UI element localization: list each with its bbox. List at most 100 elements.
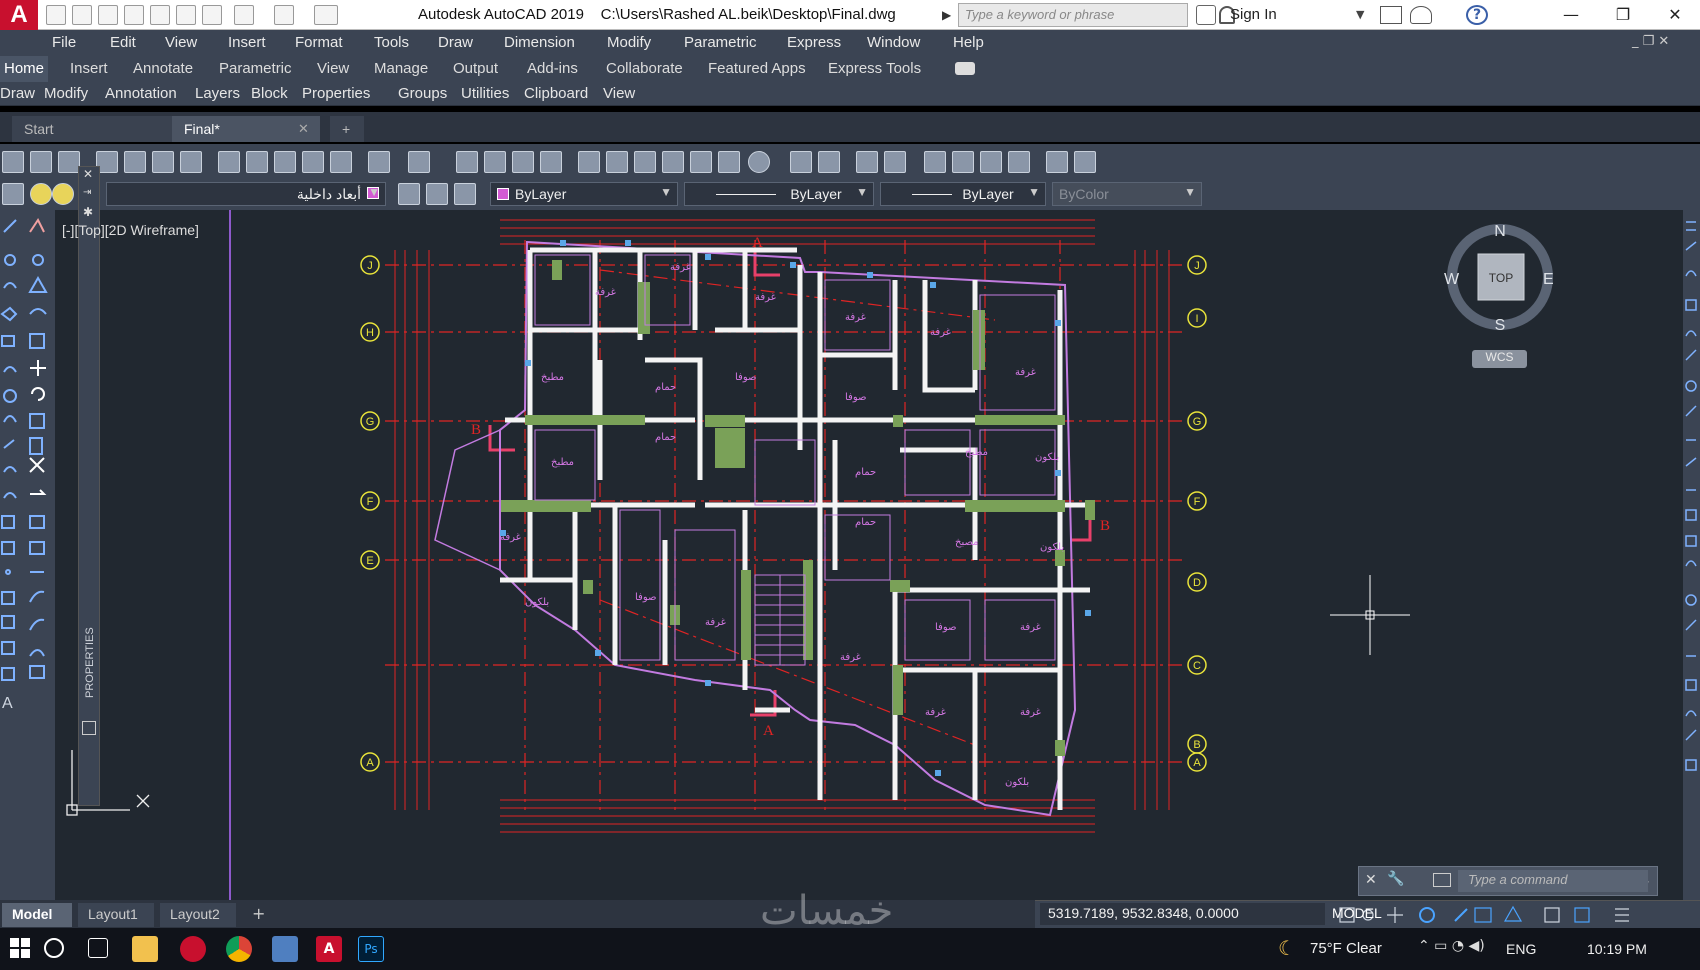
menu-express[interactable]: Express <box>787 34 841 51</box>
save-as-icon[interactable] <box>124 5 144 25</box>
panel-annotation[interactable]: Annotation <box>105 85 177 102</box>
make-current-icon[interactable] <box>398 183 420 205</box>
color-dropdown[interactable]: ByLayer ▼ <box>490 182 678 206</box>
panel-view[interactable]: View <box>603 85 635 102</box>
panel-clipboard[interactable]: Clipboard <box>524 85 588 102</box>
3d-dwf-icon[interactable] <box>180 151 202 173</box>
panel-modify[interactable]: Modify <box>44 85 88 102</box>
menu-modify[interactable]: Modify <box>607 34 651 51</box>
wrench-icon[interactable]: 🔧 <box>1387 871 1404 887</box>
settings-icon[interactable]: ✱ <box>83 205 93 219</box>
tab-layout1[interactable]: Layout1 <box>78 903 154 927</box>
qat-dropdown-icon[interactable] <box>314 5 338 25</box>
menu-dimension[interactable]: Dimension <box>504 34 575 51</box>
open-web-icon[interactable] <box>150 5 170 25</box>
properties-icon[interactable] <box>578 151 600 173</box>
linetype-dropdown[interactable]: ByLayer ▼ <box>684 182 874 206</box>
calculator-icon[interactable] <box>718 151 740 173</box>
sign-in-link[interactable]: Sign In <box>1230 6 1277 23</box>
bulb-icon[interactable] <box>30 183 52 205</box>
draworder-back-icon[interactable] <box>952 151 974 173</box>
command-prompt-icon[interactable] <box>1433 873 1451 887</box>
close-icon[interactable]: ✕ <box>83 167 93 181</box>
menu-window[interactable]: Window <box>867 34 920 51</box>
autocad-logo-icon[interactable]: A <box>0 0 38 30</box>
tab-layout2[interactable]: Layout2 <box>160 903 236 927</box>
redo-icon[interactable] <box>274 5 294 25</box>
save-icon[interactable] <box>58 151 80 173</box>
autocad-taskbar-icon[interactable]: A <box>316 936 342 962</box>
sun-icon[interactable] <box>52 183 74 205</box>
binoculars-icon[interactable] <box>1196 5 1216 25</box>
photos-icon[interactable] <box>272 936 298 962</box>
ribbon-toggle-icon[interactable] <box>955 62 975 75</box>
redo-icon[interactable] <box>408 151 430 173</box>
menu-insert[interactable]: Insert <box>228 34 266 51</box>
close-tab-icon[interactable]: ✕ <box>298 122 309 137</box>
panel-block[interactable]: Block <box>251 85 288 102</box>
language-indicator[interactable]: ENG <box>1506 941 1536 957</box>
publish-icon[interactable] <box>152 151 174 173</box>
close-icon[interactable]: ✕ <box>1365 872 1377 888</box>
photoshop-icon[interactable]: Ps <box>358 936 384 962</box>
layer-dropdown[interactable]: أبعاد داخلية ▼ <box>106 182 386 206</box>
menu-help[interactable]: Help <box>953 34 984 51</box>
new-file-icon[interactable] <box>46 5 66 25</box>
draworder-front-icon[interactable] <box>924 151 946 173</box>
weather-text[interactable]: 75°F Clear <box>1310 940 1382 957</box>
ribbon-tab-addins[interactable]: Add-ins <box>527 60 578 77</box>
search-expand-icon[interactable]: ▶ <box>942 8 951 22</box>
layer-properties-icon[interactable] <box>790 151 812 173</box>
menu-file[interactable]: File <box>52 34 76 51</box>
panel-groups[interactable]: Groups <box>398 85 447 102</box>
drawing-canvas[interactable]: A A B B غرفة غرفة غرفة غرفة غرفة غرفة مط… <box>55 210 1683 900</box>
plot-icon[interactable] <box>202 5 222 25</box>
layer-state-icon[interactable] <box>454 183 476 205</box>
layer-states-icon[interactable] <box>818 151 840 173</box>
save-web-icon[interactable] <box>176 5 196 25</box>
model-space-toggle[interactable]: MODEL <box>1328 903 1388 925</box>
design-center-icon[interactable] <box>606 151 628 173</box>
panel-layers[interactable]: Layers <box>195 85 240 102</box>
ribbon-tab-featured-apps[interactable]: Featured Apps <box>708 60 806 77</box>
help-icon[interactable] <box>748 151 770 173</box>
pan-icon[interactable] <box>456 151 478 173</box>
cart-icon[interactable] <box>1380 6 1402 24</box>
ucs-menu[interactable]: WCS <box>1472 350 1527 368</box>
panel-draw[interactable]: Draw <box>0 85 35 102</box>
paste-icon[interactable] <box>274 151 296 173</box>
tray-icons[interactable]: ⌃ ▭ ◔ ◀) <box>1418 938 1485 954</box>
ribbon-tab-annotate[interactable]: Annotate <box>133 60 193 77</box>
viewcube[interactable]: TOP N S W E WCS <box>1440 222 1560 372</box>
auto-hide-icon[interactable]: ⇥ <box>83 187 91 198</box>
a360-icon[interactable] <box>1410 6 1432 24</box>
quick-select-icon[interactable] <box>884 151 906 173</box>
opera-icon[interactable] <box>180 936 206 962</box>
tab-model[interactable]: Model <box>2 903 72 927</box>
ribbon-tab-express-tools[interactable]: Express Tools <box>828 60 921 77</box>
add-layout-icon[interactable]: + <box>252 904 265 923</box>
ribbon-tab-manage[interactable]: Manage <box>374 60 428 77</box>
menu-tools[interactable]: Tools <box>374 34 409 51</box>
markup-icon[interactable] <box>690 151 712 173</box>
ribbon-tab-view[interactable]: View <box>317 60 349 77</box>
menu-format[interactable]: Format <box>295 34 343 51</box>
ribbon-tab-parametric[interactable]: Parametric <box>219 60 292 77</box>
measure-icon[interactable] <box>856 151 878 173</box>
spell-check-icon[interactable] <box>1046 151 1068 173</box>
copy-icon[interactable] <box>246 151 268 173</box>
plot-preview-icon[interactable] <box>124 151 146 173</box>
match-properties-icon[interactable] <box>302 151 324 173</box>
command-input[interactable]: Type a command <box>1458 870 1648 892</box>
zoom-window-icon[interactable] <box>512 151 534 173</box>
file-explorer-icon[interactable] <box>132 936 158 962</box>
sheet-set-icon[interactable] <box>662 151 684 173</box>
menu-draw[interactable]: Draw <box>438 34 473 51</box>
clock[interactable]: 10:19 PM <box>1587 941 1647 957</box>
save-icon[interactable] <box>98 5 118 25</box>
tool-palettes-icon[interactable] <box>634 151 656 173</box>
menu-edit[interactable]: Edit <box>110 34 136 51</box>
search-input[interactable]: Type a keyword or phrase <box>958 3 1188 27</box>
properties-palette[interactable]: ✕ ⇥ ✱ PROPERTIES <box>78 166 100 806</box>
menu-parametric[interactable]: Parametric <box>684 34 757 51</box>
